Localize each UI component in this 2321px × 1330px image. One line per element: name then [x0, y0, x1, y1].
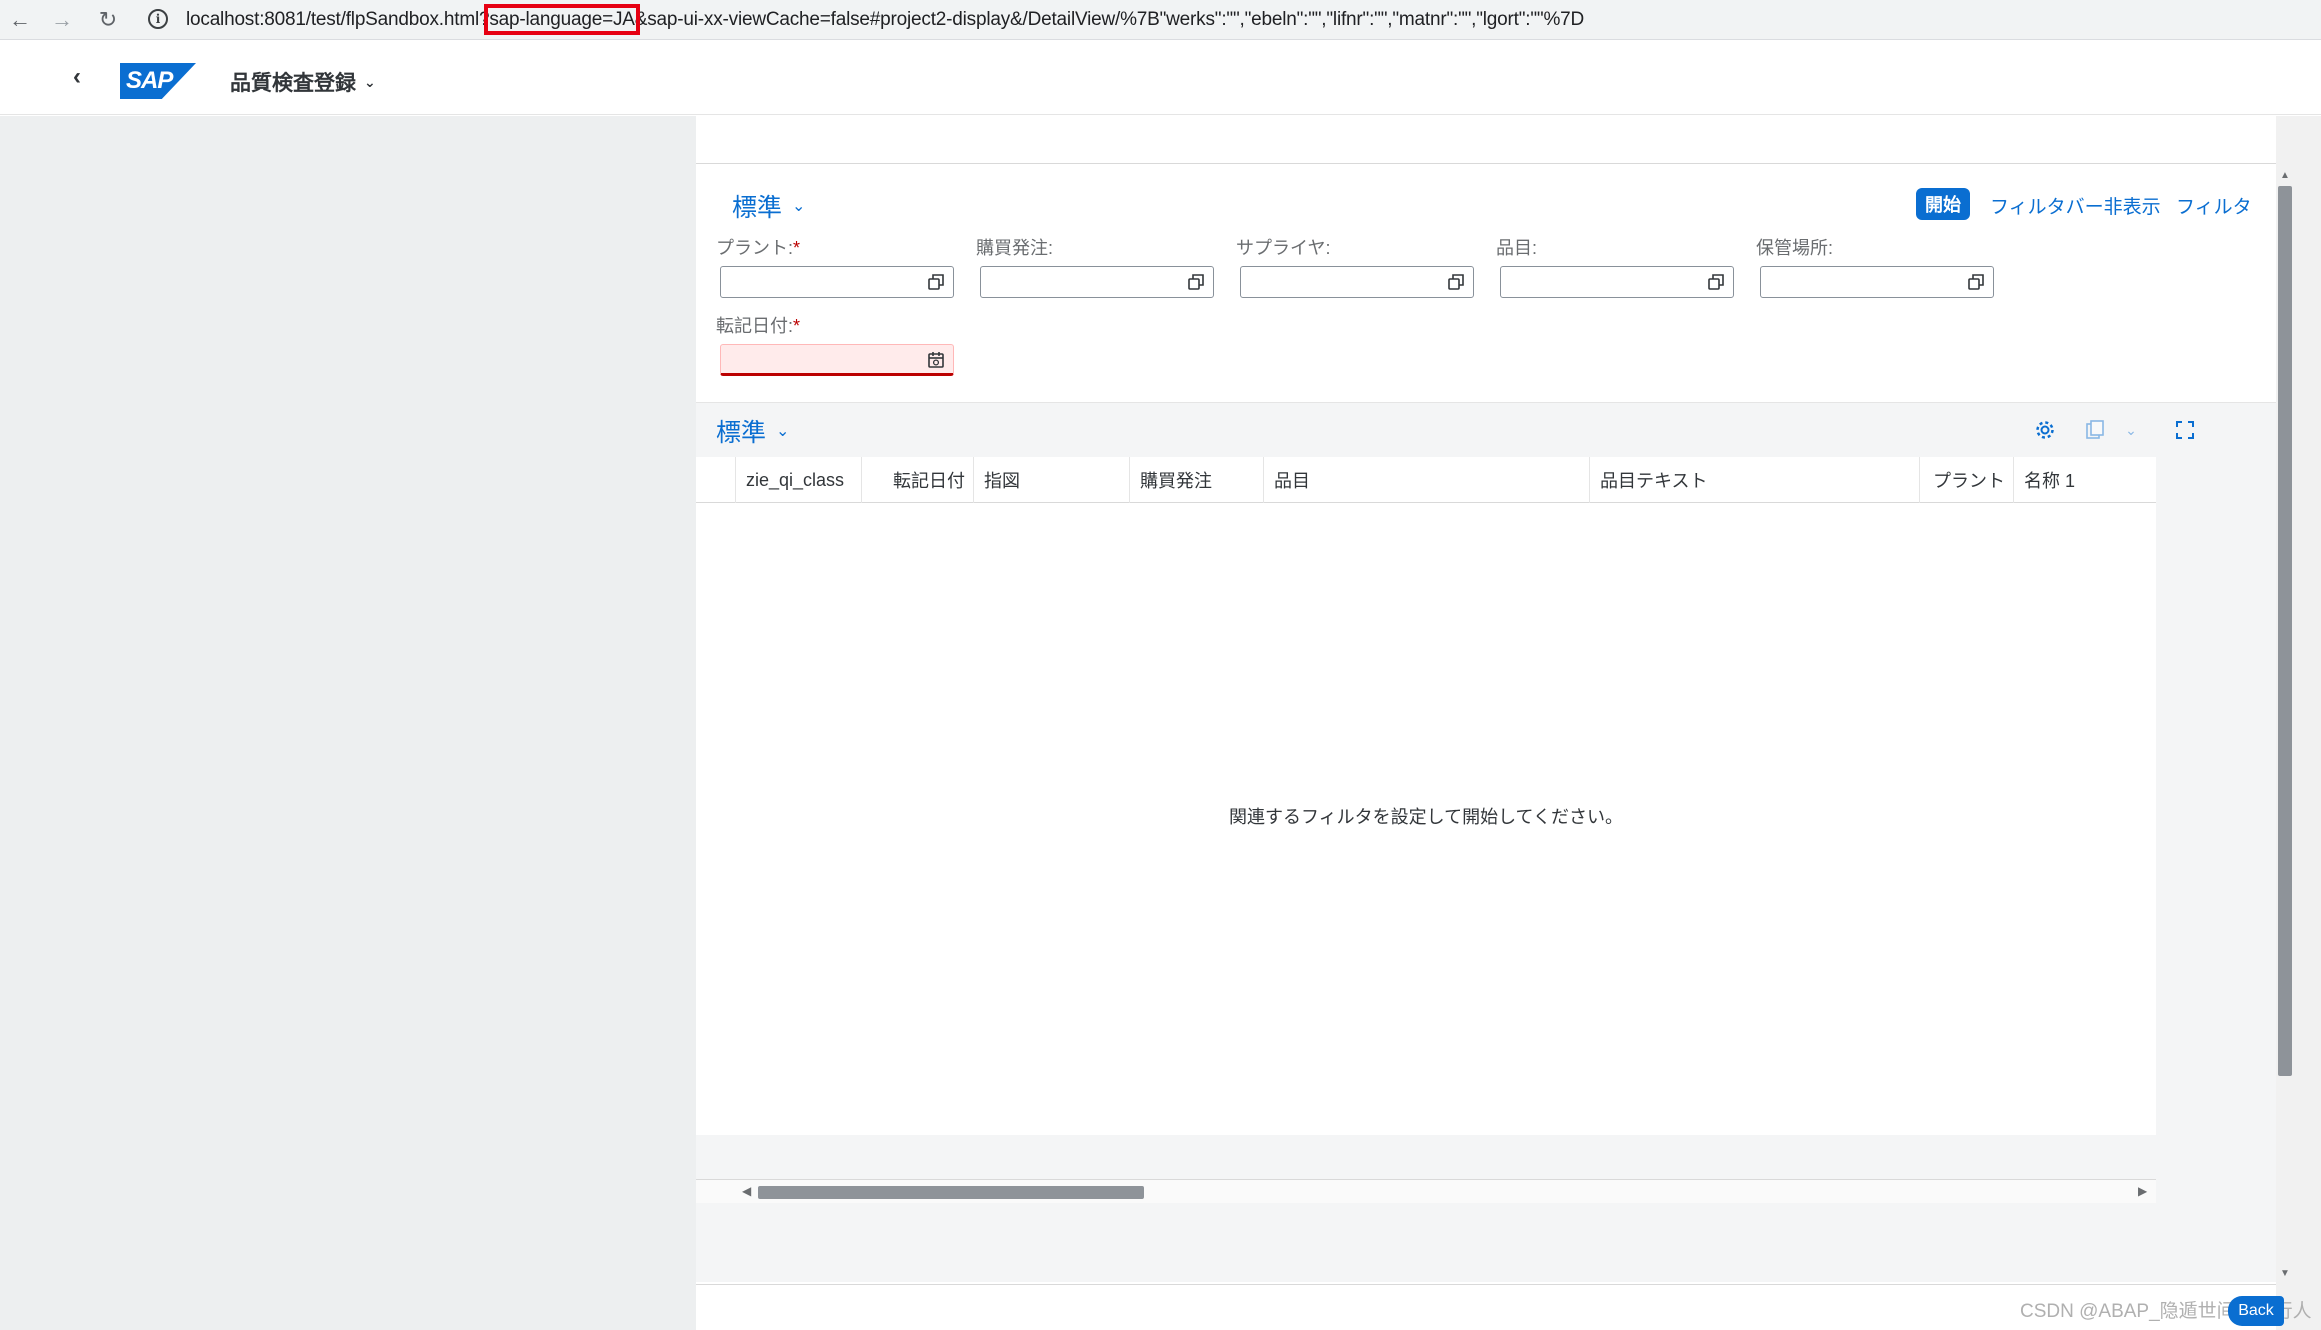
scroll-right-icon[interactable]: ▶: [2138, 1184, 2147, 1198]
chevron-down-icon: ⌄: [792, 198, 806, 215]
site-info-icon[interactable]: i: [148, 9, 168, 29]
column-header[interactable]: プラント: [1920, 457, 2014, 503]
supplier-label: サプライヤ:: [1236, 238, 1331, 258]
scrollbar-thumb[interactable]: [758, 1186, 1144, 1199]
scroll-up-icon[interactable]: ▲: [2280, 170, 2290, 181]
calendar-icon[interactable]: [927, 351, 945, 369]
browser-toolbar: ← → ↻ i localhost:8081/test/flpSandbox.h…: [0, 0, 2321, 40]
go-button[interactable]: 開始: [1916, 188, 1970, 220]
arrow-left-icon[interactable]: ←: [6, 6, 34, 34]
url-language-param: sap-language=JA: [484, 4, 640, 35]
export-icon[interactable]: [2082, 417, 2108, 443]
main-content: 標準 ⌄ 開始 フィルタバー非表示 フィルタ プラント:* 購買発注: サプライ…: [696, 116, 2276, 1330]
storage-location-label: 保管場所:: [1756, 238, 1834, 258]
settings-gear-icon[interactable]: [2032, 417, 2058, 443]
column-header[interactable]: 品目テキスト: [1590, 457, 1920, 503]
posting-date-input[interactable]: [720, 344, 954, 376]
no-data-message: 関連するフィルタを設定して開始してください。: [1228, 807, 1624, 827]
material-input[interactable]: [1500, 266, 1734, 298]
url-prefix: localhost:8081/test/flpSandbox.html?: [186, 9, 490, 30]
value-help-icon[interactable]: [1707, 273, 1725, 291]
horizontal-scrollbar[interactable]: ◀ ▶: [696, 1179, 2156, 1203]
storage-location-input[interactable]: [1760, 266, 1994, 298]
column-header[interactable]: 品目: [1264, 457, 1590, 503]
purchase-order-input[interactable]: [980, 266, 1214, 298]
required-mark: *: [793, 316, 801, 336]
purchase-order-label: 購買発注:: [976, 238, 1054, 258]
chevron-down-icon: ⌄: [364, 73, 376, 90]
filter-variant-selector[interactable]: 標準 ⌄: [732, 188, 805, 224]
column-header[interactable]: 転記日付: [862, 457, 974, 503]
chevron-down-icon: ⌄: [776, 423, 790, 440]
value-help-icon[interactable]: [927, 273, 945, 291]
supplier-input[interactable]: [1240, 266, 1474, 298]
table-variant-label: 標準: [716, 419, 767, 447]
results-table: zie_qi_class 転記日付 指図 購買発注 品目 品目テキスト プラント…: [696, 457, 2156, 1203]
material-label: 品目:: [1496, 238, 1538, 258]
posting-date-label: 転記日付:*: [716, 312, 800, 338]
value-help-icon[interactable]: [1187, 273, 1205, 291]
vertical-scrollbar[interactable]: ▲ ▼: [2276, 116, 2321, 1330]
table-header-row: zie_qi_class 転記日付 指図 購買発注 品目 品目テキスト プラント…: [696, 457, 2156, 503]
scroll-down-icon[interactable]: ▼: [2280, 1268, 2290, 1279]
column-header[interactable]: 名称 1: [2014, 457, 2156, 503]
plant-label-text: プラント:: [716, 238, 794, 258]
export-dropdown-chevron-icon[interactable]: ⌄: [2118, 417, 2144, 443]
posting-date-label-text: 転記日付:: [716, 316, 794, 336]
fullscreen-icon[interactable]: [2172, 417, 2198, 443]
required-mark: *: [793, 238, 801, 258]
scroll-left-icon[interactable]: ◀: [742, 1184, 751, 1198]
plant-input[interactable]: [720, 266, 954, 298]
plant-label: プラント:*: [716, 234, 800, 260]
shell-header: ‹ SAP 品質検査登録 ⌄: [0, 41, 2321, 115]
filter-variant-label: 標準: [732, 194, 783, 222]
vertical-scrollbar-thumb[interactable]: [2278, 186, 2292, 1076]
arrow-right-icon[interactable]: →: [48, 6, 76, 34]
left-pane: [0, 116, 696, 1330]
app-title-menu[interactable]: 品質検査登録 ⌄: [230, 67, 376, 97]
page-header-area: [696, 116, 2276, 164]
column-header[interactable]: 指図: [974, 457, 1130, 503]
row-selector-column[interactable]: [696, 457, 736, 503]
sap-logo[interactable]: SAP: [120, 63, 196, 99]
reload-icon[interactable]: ↻: [94, 6, 122, 34]
column-header[interactable]: zie_qi_class: [736, 457, 862, 503]
value-help-icon[interactable]: [1967, 273, 1985, 291]
url-suffix: &sap-ui-xx-viewCache=false#project2-disp…: [634, 9, 1585, 30]
back-icon[interactable]: ‹: [62, 59, 92, 95]
app-title: 品質検査登録: [230, 72, 356, 95]
value-help-icon[interactable]: [1447, 273, 1465, 291]
sap-logo-text: SAP: [126, 67, 173, 94]
hide-filter-bar-button[interactable]: フィルタバー非表示: [1990, 192, 2161, 219]
filters-button[interactable]: フィルタ: [2176, 192, 2252, 219]
address-bar[interactable]: localhost:8081/test/flpSandbox.html?sap-…: [186, 4, 1585, 35]
table-section: 標準 ⌄ ⌄ zie_qi_class 転記日付 指図 購買発注 品目 品目テキ…: [696, 402, 2276, 1282]
column-header[interactable]: 購買発注: [1130, 457, 1264, 503]
table-variant-selector[interactable]: 標準 ⌄: [716, 413, 789, 449]
back-button[interactable]: Back: [2228, 1296, 2284, 1326]
